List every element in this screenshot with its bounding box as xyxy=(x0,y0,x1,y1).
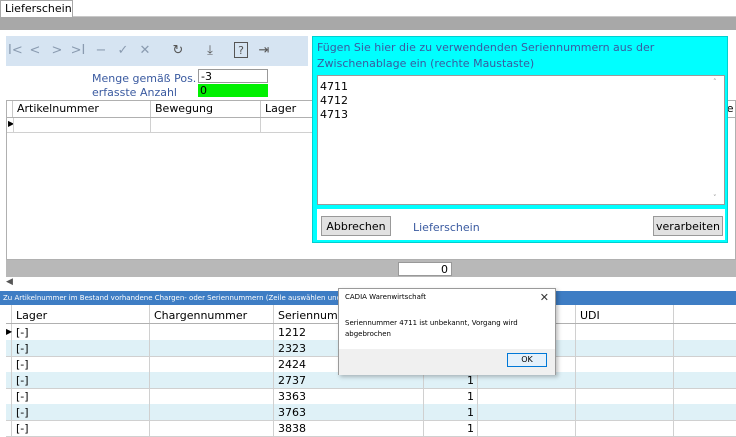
download-icon[interactable]: ⤓ xyxy=(202,43,218,61)
serial-dialog-title: Fügen Sie hier die zu verwendenden Serie… xyxy=(317,41,655,70)
tab-lieferschein[interactable]: Lieferschein xyxy=(0,0,73,17)
next-record-icon[interactable]: > xyxy=(50,43,64,61)
cell-chargennummer[interactable] xyxy=(150,340,274,356)
delete-record-icon[interactable]: − xyxy=(94,43,108,61)
cell-lager[interactable]: [-] xyxy=(12,324,150,340)
cell-lager[interactable] xyxy=(261,118,313,133)
serial-import-dialog: Fügen Sie hier die zu verwendenden Serie… xyxy=(312,36,728,243)
cell-chargennummer[interactable] xyxy=(150,372,274,388)
error-message-box: CADIA Warenwirtschaft ✕ Seriennummer 471… xyxy=(338,288,556,375)
cell-udi[interactable] xyxy=(576,404,674,420)
cell-lager[interactable]: [-] xyxy=(12,372,150,388)
serial-input-textarea[interactable]: 4711 4712 4713 ˄ ˅ xyxy=(317,75,725,205)
cell-udi[interactable] xyxy=(576,356,674,372)
verarbeiten-button[interactable]: verarbeiten xyxy=(653,216,723,236)
cell-chargennummer[interactable] xyxy=(150,388,274,404)
menge-field[interactable]: -3 xyxy=(198,69,268,83)
table-row[interactable]: [-] 3763 1 xyxy=(6,404,736,421)
cell-seriennummer[interactable]: 3363 xyxy=(274,388,424,404)
scroll-down-icon[interactable]: ˅ xyxy=(713,194,717,202)
message-text: Seriennummer 4711 ist unbekannt, Vorgang… xyxy=(345,319,518,338)
cell-artikelnummer[interactable] xyxy=(13,118,151,133)
abbrechen-button[interactable]: Abbrechen xyxy=(321,216,391,236)
help-icon[interactable]: ? xyxy=(234,42,248,58)
prev-record-icon[interactable]: < xyxy=(28,43,42,61)
scroll-up-icon[interactable]: ˄ xyxy=(713,78,717,86)
cell-lager[interactable]: [-] xyxy=(12,404,150,420)
header-bar xyxy=(0,17,736,30)
cell-udi[interactable] xyxy=(576,388,674,404)
table-row[interactable]: [-] 3363 1 xyxy=(6,388,736,405)
serial-line: 4711 xyxy=(320,80,348,93)
ok-button[interactable]: OK xyxy=(507,353,547,367)
textarea-scrollbar[interactable]: ˄ ˅ xyxy=(712,78,722,202)
message-box-title: CADIA Warenwirtschaft xyxy=(345,293,426,301)
cell-ablaufdatum[interactable] xyxy=(478,404,576,420)
scroll-left-icon[interactable]: ◀ xyxy=(6,277,16,288)
close-icon[interactable]: ✕ xyxy=(540,291,549,304)
cell-lager[interactable]: [-] xyxy=(12,340,150,356)
serial-line: 4713 xyxy=(320,108,348,121)
tab-bar xyxy=(0,0,736,17)
cell-seriennummer[interactable]: 3763 xyxy=(274,404,424,420)
cell-menge[interactable]: 1 xyxy=(424,404,478,420)
cancel-icon[interactable]: ✕ xyxy=(138,43,152,61)
column-header-chargennummer[interactable]: Chargennummer xyxy=(150,305,274,323)
refresh-icon[interactable]: ↻ xyxy=(170,43,186,61)
column-header-bewegung[interactable]: Bewegung xyxy=(151,101,261,117)
grid-footer-bar xyxy=(6,260,736,277)
cell-menge[interactable]: 1 xyxy=(424,388,478,404)
cell-lager[interactable]: [-] xyxy=(12,356,150,372)
menge-label: Menge gemäß Pos. xyxy=(92,72,197,85)
cell-chargennummer[interactable] xyxy=(150,404,274,420)
column-header-artikelnummer[interactable]: Artikelnummer xyxy=(13,101,151,117)
cell-chargennummer[interactable] xyxy=(150,356,274,372)
column-header-lager[interactable]: Lager xyxy=(261,101,313,117)
cell-bewegung[interactable] xyxy=(151,118,261,133)
cell-udi[interactable] xyxy=(576,372,674,388)
cell-ablaufdatum[interactable] xyxy=(478,388,576,404)
first-record-icon[interactable]: I< xyxy=(8,43,23,61)
confirm-icon[interactable]: ✓ xyxy=(116,43,130,61)
cell-udi[interactable] xyxy=(576,340,674,356)
anzahl-label: erfasste Anzahl xyxy=(92,86,177,99)
navigation-toolbar: I< < > >I − ✓ ✕ ↻ ⤓ ? ⇥ xyxy=(6,36,308,66)
column-header-lager[interactable]: Lager xyxy=(12,305,150,323)
serial-line: 4712 xyxy=(320,94,348,107)
table-row[interactable]: [-] 3838 1 xyxy=(6,420,736,437)
anzahl-field: 0 xyxy=(198,84,268,97)
sum-field: 0 xyxy=(398,262,452,276)
cell-chargennummer[interactable] xyxy=(150,324,274,340)
message-box-footer: OK xyxy=(339,349,555,375)
exit-icon[interactable]: ⇥ xyxy=(256,43,272,61)
column-header-udi[interactable]: UDI xyxy=(576,305,674,323)
cell-lager[interactable]: [-] xyxy=(12,388,150,404)
serial-dialog-buttonbar: Abbrechen Lieferschein verarbeiten xyxy=(317,209,725,240)
new-row[interactable]: ▶ xyxy=(7,118,313,133)
cell-udi[interactable] xyxy=(576,324,674,340)
lieferschein-label: Lieferschein xyxy=(413,221,480,234)
last-record-icon[interactable]: >I xyxy=(70,43,86,61)
